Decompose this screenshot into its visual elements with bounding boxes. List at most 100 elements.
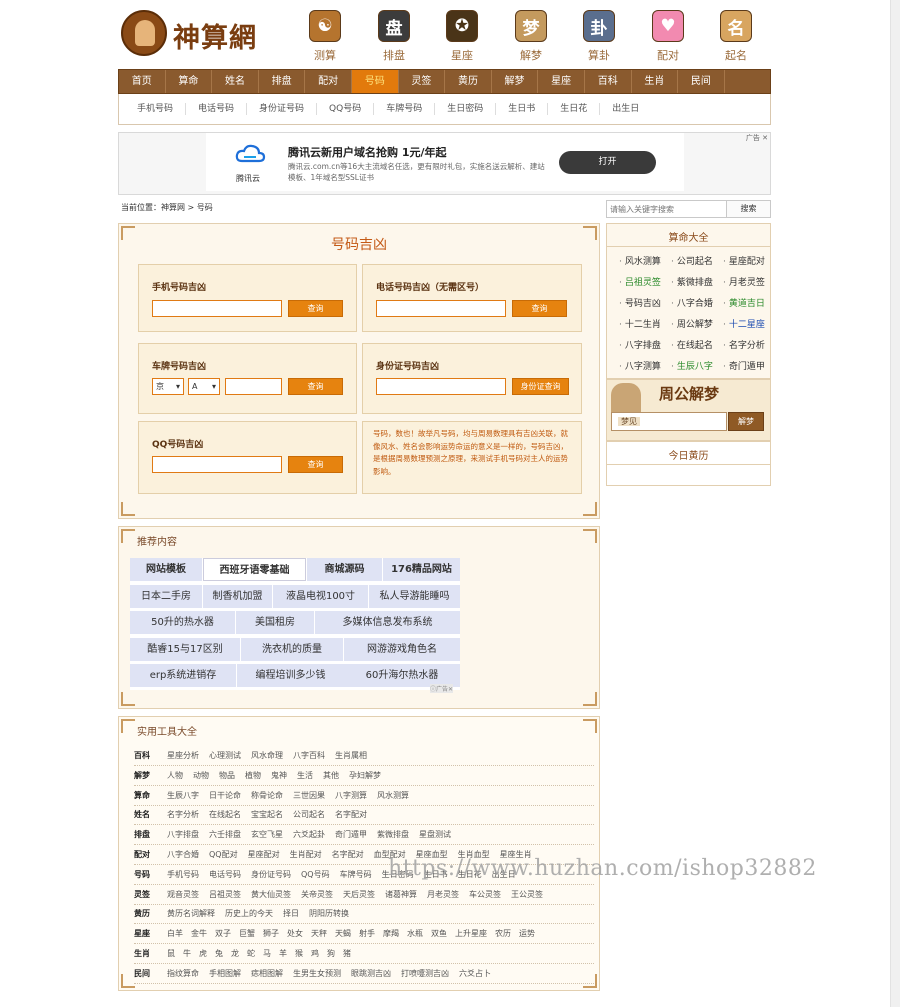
top-nav-2[interactable]: ✪ 星座 bbox=[434, 10, 490, 63]
dream-button[interactable]: 解梦 bbox=[728, 412, 764, 431]
tool-link[interactable]: 八字测算 bbox=[335, 791, 367, 800]
tool-link[interactable]: 观音灵签 bbox=[167, 890, 199, 899]
tool-link[interactable]: 指纹算命 bbox=[167, 969, 199, 978]
tool-link[interactable]: 六壬排盘 bbox=[209, 830, 241, 839]
tool-link[interactable]: 黄历名词解释 bbox=[167, 909, 215, 918]
sub-nav-item[interactable]: 出生日 bbox=[600, 103, 651, 115]
tool-category[interactable]: 黄历 bbox=[134, 904, 167, 924]
tool-category[interactable]: 民间 bbox=[134, 964, 167, 984]
tool-category[interactable]: 算命 bbox=[134, 786, 167, 806]
sidebar-link[interactable]: 奇门遁甲 bbox=[723, 359, 769, 372]
recommend-tag[interactable]: 洗衣机的质量 bbox=[241, 637, 343, 661]
main-nav-item[interactable]: 号码 bbox=[351, 70, 399, 93]
tool-link[interactable]: 水瓶 bbox=[407, 929, 423, 938]
ad-banner[interactable]: 腾讯云 腾讯云新用户域名抢购 1元/年起 腾讯云.com.cn等16大主流域名任… bbox=[118, 132, 771, 195]
tool-link[interactable]: 车牌号码 bbox=[340, 870, 372, 879]
sidebar-link[interactable]: 八字测算 bbox=[619, 359, 671, 372]
tool-link[interactable]: 车公灵签 bbox=[469, 890, 501, 899]
tool-category[interactable]: 生肖 bbox=[134, 944, 167, 964]
sidebar-link[interactable]: 八字排盘 bbox=[619, 338, 671, 351]
mobile-number-input[interactable] bbox=[152, 300, 282, 317]
sub-nav-item[interactable]: 电话号码 bbox=[186, 103, 248, 115]
recommend-tag[interactable]: 西班牙语零基础 bbox=[203, 558, 306, 581]
tool-link[interactable]: 心理测试 bbox=[209, 751, 241, 760]
mobile-query-button[interactable]: 查询 bbox=[288, 300, 343, 317]
tool-link[interactable]: 阴阳历转换 bbox=[309, 909, 349, 918]
main-nav-item[interactable]: 星座 bbox=[538, 70, 585, 93]
main-nav-item[interactable]: 黄历 bbox=[445, 70, 492, 93]
tool-link[interactable]: 天后灵签 bbox=[343, 890, 375, 899]
tool-link[interactable]: 在线起名 bbox=[209, 810, 241, 819]
sidebar-link[interactable]: 名字分析 bbox=[723, 338, 769, 351]
tool-link[interactable]: 蛇 bbox=[247, 949, 255, 958]
tool-link[interactable]: 羊 bbox=[279, 949, 287, 958]
sidebar-link[interactable]: 风水测算 bbox=[619, 254, 671, 267]
tool-link[interactable]: 鸡 bbox=[311, 949, 319, 958]
recommend-tag[interactable]: 日本二手房 bbox=[130, 584, 202, 608]
top-nav-0[interactable]: ☯ 测算 bbox=[297, 10, 353, 63]
recommend-tag[interactable]: 50升的热水器 bbox=[130, 611, 235, 634]
tool-link[interactable]: 星座分析 bbox=[167, 751, 199, 760]
tool-link[interactable]: 日干论命 bbox=[209, 791, 241, 800]
tool-link[interactable]: 人物 bbox=[167, 771, 183, 780]
recommend-tag[interactable]: 多媒体信息发布系统 bbox=[315, 611, 460, 634]
sidebar-link[interactable]: 周公解梦 bbox=[671, 317, 723, 330]
sidebar-link[interactable]: 黄道吉日 bbox=[723, 296, 769, 309]
sidebar-link[interactable]: 生辰八字 bbox=[671, 359, 723, 372]
recommend-tag[interactable]: 网游游戏角色名 bbox=[344, 637, 460, 661]
tool-link[interactable]: 处女 bbox=[287, 929, 303, 938]
tool-link[interactable]: 宝宝起名 bbox=[251, 810, 283, 819]
tool-link[interactable]: 农历 bbox=[495, 929, 511, 938]
tool-link[interactable]: 鼠 bbox=[167, 949, 175, 958]
sidebar-link[interactable]: 吕祖灵签 bbox=[619, 275, 671, 288]
sidebar-link[interactable]: 十二星座 bbox=[723, 317, 769, 330]
sidebar-link[interactable]: 公司起名 bbox=[671, 254, 723, 267]
tool-link[interactable]: 天蝎 bbox=[335, 929, 351, 938]
tool-link[interactable]: 身份证号码 bbox=[251, 870, 291, 879]
tool-category[interactable]: 百科 bbox=[134, 746, 167, 766]
site-logo[interactable]: 神算網 bbox=[121, 8, 261, 58]
tool-link[interactable]: 星盘测试 bbox=[419, 830, 451, 839]
ad-close-icon[interactable]: 广告 ✕ bbox=[746, 133, 768, 143]
tool-link[interactable]: 三世因果 bbox=[293, 791, 325, 800]
tool-link[interactable]: QQ号码 bbox=[301, 870, 330, 879]
qq-query-button[interactable]: 查询 bbox=[288, 456, 343, 473]
tool-category[interactable]: 星座 bbox=[134, 924, 167, 944]
top-nav-3[interactable]: 梦解梦 bbox=[503, 10, 559, 63]
tool-link[interactable]: 猴 bbox=[295, 949, 303, 958]
tool-link[interactable]: 其他 bbox=[323, 771, 339, 780]
tool-link[interactable]: 电话号码 bbox=[209, 870, 241, 879]
ad-open-button[interactable]: 打开 bbox=[559, 151, 656, 174]
tool-link[interactable]: 生肖配对 bbox=[290, 850, 322, 859]
tool-link[interactable]: 物品 bbox=[219, 771, 235, 780]
sidebar-link[interactable]: 号码吉凶 bbox=[619, 296, 671, 309]
tool-link[interactable]: 龙 bbox=[231, 949, 239, 958]
sub-nav-item[interactable]: QQ号码 bbox=[317, 103, 375, 115]
sidebar-link[interactable]: 十二生肖 bbox=[619, 317, 671, 330]
tool-link[interactable]: 猪 bbox=[343, 949, 351, 958]
tool-link[interactable]: 关帝灵签 bbox=[301, 890, 333, 899]
tool-link[interactable]: 金牛 bbox=[191, 929, 207, 938]
tool-link[interactable]: 射手 bbox=[359, 929, 375, 938]
sidebar-link[interactable]: 紫微排盘 bbox=[671, 275, 723, 288]
tool-link[interactable]: 诸葛神算 bbox=[385, 890, 417, 899]
tool-link[interactable]: 六爻起卦 bbox=[293, 830, 325, 839]
recommend-tag[interactable]: 编程培训多少钱 bbox=[237, 664, 344, 687]
tool-link[interactable]: 孕妇解梦 bbox=[349, 771, 381, 780]
ad-content[interactable]: 腾讯云 腾讯云新用户域名抢购 1元/年起 腾讯云.com.cn等16大主流域名任… bbox=[206, 133, 684, 191]
tool-link[interactable]: 星座配对 bbox=[248, 850, 280, 859]
top-nav-1[interactable]: 盘排盘 bbox=[366, 10, 422, 63]
tool-link[interactable]: 八字排盘 bbox=[167, 830, 199, 839]
sub-nav-item[interactable]: 身份证号码 bbox=[247, 103, 318, 115]
main-nav-item[interactable]: 生肖 bbox=[632, 70, 679, 93]
tool-link[interactable]: 紫微排盘 bbox=[377, 830, 409, 839]
main-nav-item[interactable]: 排盘 bbox=[259, 70, 306, 93]
tool-link[interactable]: 黄大仙灵签 bbox=[251, 890, 291, 899]
tool-link[interactable]: 六爻占卜 bbox=[459, 969, 491, 978]
main-nav-item[interactable]: 灵签 bbox=[399, 70, 446, 93]
tool-link[interactable]: 上升星座 bbox=[455, 929, 487, 938]
id-query-button[interactable]: 身份证查询 bbox=[512, 378, 569, 395]
top-nav-5[interactable]: ♥ 配对 bbox=[640, 10, 696, 63]
tool-category[interactable]: 排盘 bbox=[134, 825, 167, 845]
main-nav-item[interactable]: 配对 bbox=[305, 70, 352, 93]
